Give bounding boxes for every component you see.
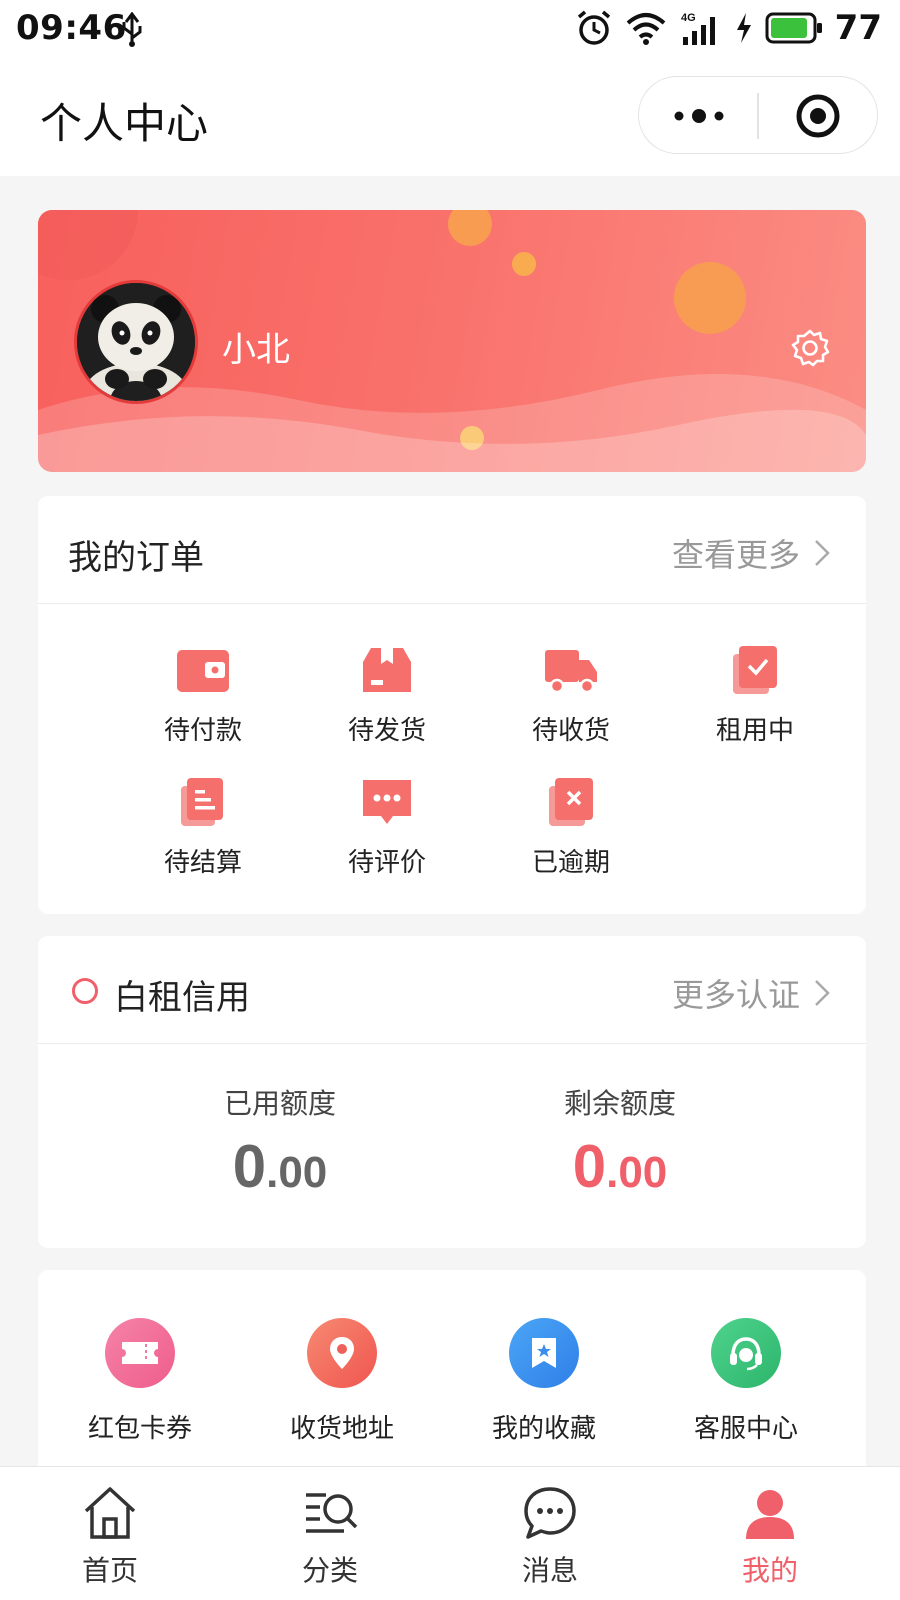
credit-more-auth[interactable]: 更多认证 [672, 970, 830, 1016]
category-icon [306, 1493, 358, 1533]
order-label: 待评价 [347, 848, 426, 878]
service-coupons[interactable]: 红包卡券 [40, 1318, 240, 1445]
tab-category[interactable]: 分类 [250, 1467, 410, 1600]
location-icon [307, 1318, 377, 1388]
battery-icon [765, 12, 822, 44]
tab-label: 首页 [81, 1554, 138, 1587]
battery-level: 77 [834, 8, 882, 48]
order-pending-shipment[interactable]: 待发货 [302, 644, 472, 747]
credit-card: 白租信用 更多认证 已用额度 0.00 剩余额度 0.00 [38, 936, 866, 1248]
credit-header: 白租信用 更多认证 [38, 936, 866, 1044]
remaining-int: 0 [572, 1133, 607, 1200]
orders-title: 我的订单 [68, 538, 204, 578]
remaining-dec: .00 [606, 1148, 668, 1197]
wifi-icon [626, 13, 665, 45]
settings-gear-icon[interactable] [790, 328, 830, 368]
signal-icon: 4G [681, 12, 715, 45]
view-more-label: 查看更多 [671, 536, 800, 574]
service-label: 红包卡券 [87, 1414, 192, 1444]
more-auth-label: 更多认证 [671, 976, 800, 1014]
used-credit-label: 已用额度 [223, 1087, 336, 1120]
checked-clipboard-icon [733, 646, 777, 694]
page-title: 个人中心 [40, 99, 209, 148]
order-label: 待结算 [163, 848, 242, 878]
service-customer-center[interactable]: 客服中心 [646, 1318, 846, 1445]
used-credit-value: 0.00 [130, 1132, 430, 1201]
comment-icon [363, 780, 411, 824]
bookmark-icon [509, 1318, 579, 1388]
tab-label: 分类 [301, 1554, 358, 1587]
service-label: 我的收藏 [491, 1414, 596, 1444]
tab-home[interactable]: 首页 [30, 1467, 190, 1600]
tab-label: 消息 [521, 1554, 578, 1587]
order-label: 租用中 [715, 716, 794, 746]
package-icon [363, 648, 411, 692]
document-icon [181, 778, 223, 826]
remaining-credit-label: 剩余额度 [563, 1087, 676, 1120]
bottom-tab-bar: 首页 分类 消息 我的 [0, 1466, 900, 1600]
coupon-icon [105, 1318, 175, 1388]
user-icon [746, 1490, 794, 1539]
svg-text:4G: 4G [681, 12, 696, 24]
mini-program-capsule [638, 76, 878, 154]
message-icon [524, 1487, 576, 1539]
status-bar: 09:46 4G 77 [0, 0, 900, 62]
truck-icon [545, 650, 597, 694]
close-target-icon[interactable] [795, 93, 841, 139]
credit-title: 白租信用 [114, 978, 250, 1018]
order-label: 待收货 [531, 716, 610, 746]
panda-avatar-image [77, 283, 195, 401]
service-address[interactable]: 收货地址 [242, 1318, 442, 1445]
capsule-divider [757, 93, 759, 139]
chevron-right-icon [815, 540, 830, 566]
tab-label: 我的 [741, 1554, 798, 1587]
usb-icon [122, 12, 142, 47]
wallet-icon [177, 650, 229, 692]
status-time: 09:46 [16, 8, 127, 48]
alarm-icon [577, 10, 610, 45]
orders-header: 我的订单 查看更多 [38, 496, 866, 604]
order-pending-settlement[interactable]: 待结算 [118, 776, 288, 879]
username: 小北 [222, 330, 290, 370]
tab-mine[interactable]: 我的 [690, 1467, 850, 1600]
remaining-credit-value: 0.00 [470, 1132, 770, 1201]
more-icon[interactable] [669, 101, 729, 131]
headset-icon [711, 1318, 781, 1388]
orders-card: 我的订单 查看更多 待付款 待发货 待收货 租用中 待结算 待评价 已逾期 [38, 496, 866, 914]
order-label: 待付款 [163, 716, 242, 746]
used-dec: .00 [266, 1148, 328, 1197]
used-int: 0 [232, 1133, 267, 1200]
orders-view-more[interactable]: 查看更多 [672, 530, 830, 576]
service-label: 收货地址 [289, 1414, 394, 1444]
order-pending-review[interactable]: 待评价 [302, 776, 472, 879]
avatar[interactable] [74, 280, 198, 404]
chevron-right-icon [815, 980, 830, 1006]
remaining-credit: 剩余额度 0.00 [470, 1082, 770, 1201]
order-pending-receipt[interactable]: 待收货 [486, 644, 656, 747]
order-label: 待发货 [347, 716, 426, 746]
title-bar: 个人中心 [0, 62, 900, 176]
overdue-icon [549, 778, 593, 826]
order-label: 已逾期 [531, 848, 610, 878]
charging-icon [736, 13, 751, 43]
order-overdue[interactable]: 已逾期 [486, 776, 656, 879]
order-renting[interactable]: 租用中 [670, 644, 840, 747]
service-favorites[interactable]: 我的收藏 [444, 1318, 644, 1445]
profile-banner: 小北 [38, 210, 866, 472]
used-credit: 已用额度 0.00 [130, 1082, 430, 1201]
tab-messages[interactable]: 消息 [470, 1467, 630, 1600]
home-icon [84, 1487, 136, 1539]
order-pending-payment[interactable]: 待付款 [118, 644, 288, 747]
credit-ring-icon [72, 978, 98, 1004]
service-label: 客服中心 [693, 1414, 798, 1444]
